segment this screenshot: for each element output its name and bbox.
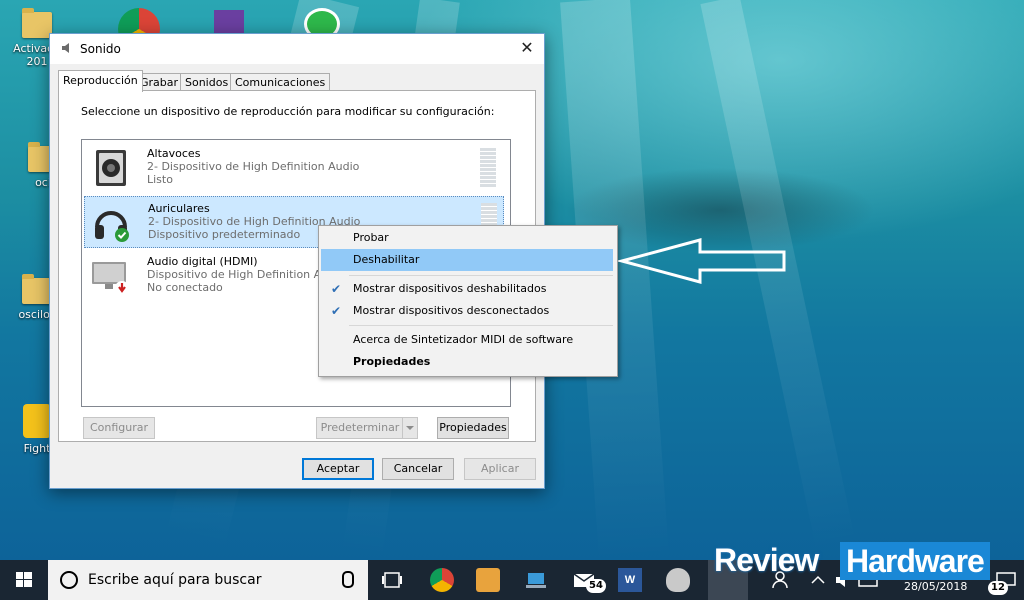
menu-item-label: Propiedades	[353, 355, 431, 368]
search-box[interactable]: Escribe aquí para buscar	[48, 560, 368, 600]
word-icon[interactable]: W	[618, 568, 642, 592]
chrome-icon[interactable]	[430, 568, 454, 592]
configure-button[interactable]: Configurar	[83, 417, 155, 439]
dialog-title: Sonido	[80, 42, 121, 56]
cortana-icon	[60, 571, 78, 589]
check-icon: ✔	[331, 282, 342, 296]
set-default-label: Predeterminar	[320, 421, 400, 434]
game-shortcut-icon	[23, 404, 51, 438]
menu-separator	[349, 325, 613, 326]
task-view-icon[interactable]	[380, 568, 404, 592]
menu-item-show-disconnected[interactable]: ✔ Mostrar dispositivos desconectados	[321, 300, 613, 322]
menu-item-label: Mostrar dispositivos deshabilitados	[353, 282, 547, 295]
properties-button[interactable]: Propiedades	[437, 417, 509, 439]
windows-logo-icon	[16, 572, 32, 587]
laptop-icon[interactable]	[524, 568, 548, 592]
folder-icon	[22, 274, 52, 304]
tab-communications[interactable]: Comunicaciones	[230, 73, 331, 91]
taskbar-date[interactable]: 28/05/2018	[904, 580, 967, 593]
dialog-titlebar[interactable]: Sonido ✕	[50, 34, 544, 64]
folder-icon	[22, 8, 52, 38]
device-description: Dispositivo de High Definition Audio	[147, 268, 345, 281]
menu-item-label: Acerca de Sintetizador MIDI de software	[353, 333, 574, 346]
menu-item-label: Probar	[353, 231, 389, 244]
microphone-icon[interactable]	[342, 571, 354, 588]
mail-badge: 54	[586, 579, 606, 593]
menu-item-properties[interactable]: Propiedades	[321, 351, 613, 373]
tab-playback[interactable]: Reproducción	[58, 70, 143, 92]
menu-separator	[349, 275, 613, 276]
volume-meter	[480, 148, 496, 188]
start-button[interactable]	[0, 560, 48, 600]
cancel-button[interactable]: Cancelar	[382, 458, 454, 480]
device-status: Dispositivo predeterminado	[148, 228, 301, 241]
notification-count: 12	[988, 581, 1008, 595]
apply-button[interactable]: Aplicar	[464, 458, 536, 480]
watermark-review: Review	[714, 542, 819, 578]
device-name: Audio digital (HDMI)	[147, 255, 258, 268]
menu-item-show-disabled[interactable]: ✔ Mostrar dispositivos deshabilitados	[321, 278, 613, 300]
instruction-text: Seleccione un dispositivo de reproducció…	[81, 105, 495, 118]
context-menu: Probar Deshabilitar ✔ Mostrar dispositiv…	[318, 225, 618, 377]
menu-item-about-midi[interactable]: Acerca de Sintetizador MIDI de software	[321, 329, 613, 351]
check-icon: ✔	[331, 304, 342, 318]
menu-item-test[interactable]: Probar	[321, 227, 613, 249]
menu-item-label: Deshabilitar	[353, 253, 420, 266]
tab-sounds[interactable]: Sonidos	[180, 73, 234, 91]
headphones-icon	[95, 211, 129, 242]
paint-icon[interactable]	[666, 568, 690, 592]
device-description: 2- Dispositivo de High Definition Audio	[147, 160, 360, 173]
device-row-speakers[interactable]: Altavoces 2- Dispositivo de High Definit…	[84, 142, 502, 192]
monitor-icon	[92, 262, 129, 295]
speaker-device-icon	[96, 150, 126, 186]
media-player-icon[interactable]	[476, 568, 500, 592]
ok-button[interactable]: Aceptar	[302, 458, 374, 480]
annotation-arrow-icon	[618, 238, 786, 284]
search-placeholder: Escribe aquí para buscar	[88, 572, 262, 588]
watermark-hardware: Hardware	[840, 542, 990, 580]
device-status: No conectado	[147, 281, 223, 294]
menu-item-disable[interactable]: Deshabilitar	[321, 249, 613, 271]
menu-item-label: Mostrar dispositivos desconectados	[353, 304, 550, 317]
speaker-icon	[62, 43, 69, 53]
close-button[interactable]: ✕	[510, 34, 544, 62]
set-default-button[interactable]: Predeterminar	[316, 417, 418, 439]
device-name: Auriculares	[148, 202, 210, 215]
device-name: Altavoces	[147, 147, 201, 160]
device-status: Listo	[147, 173, 173, 186]
chevron-down-icon[interactable]	[402, 418, 417, 438]
